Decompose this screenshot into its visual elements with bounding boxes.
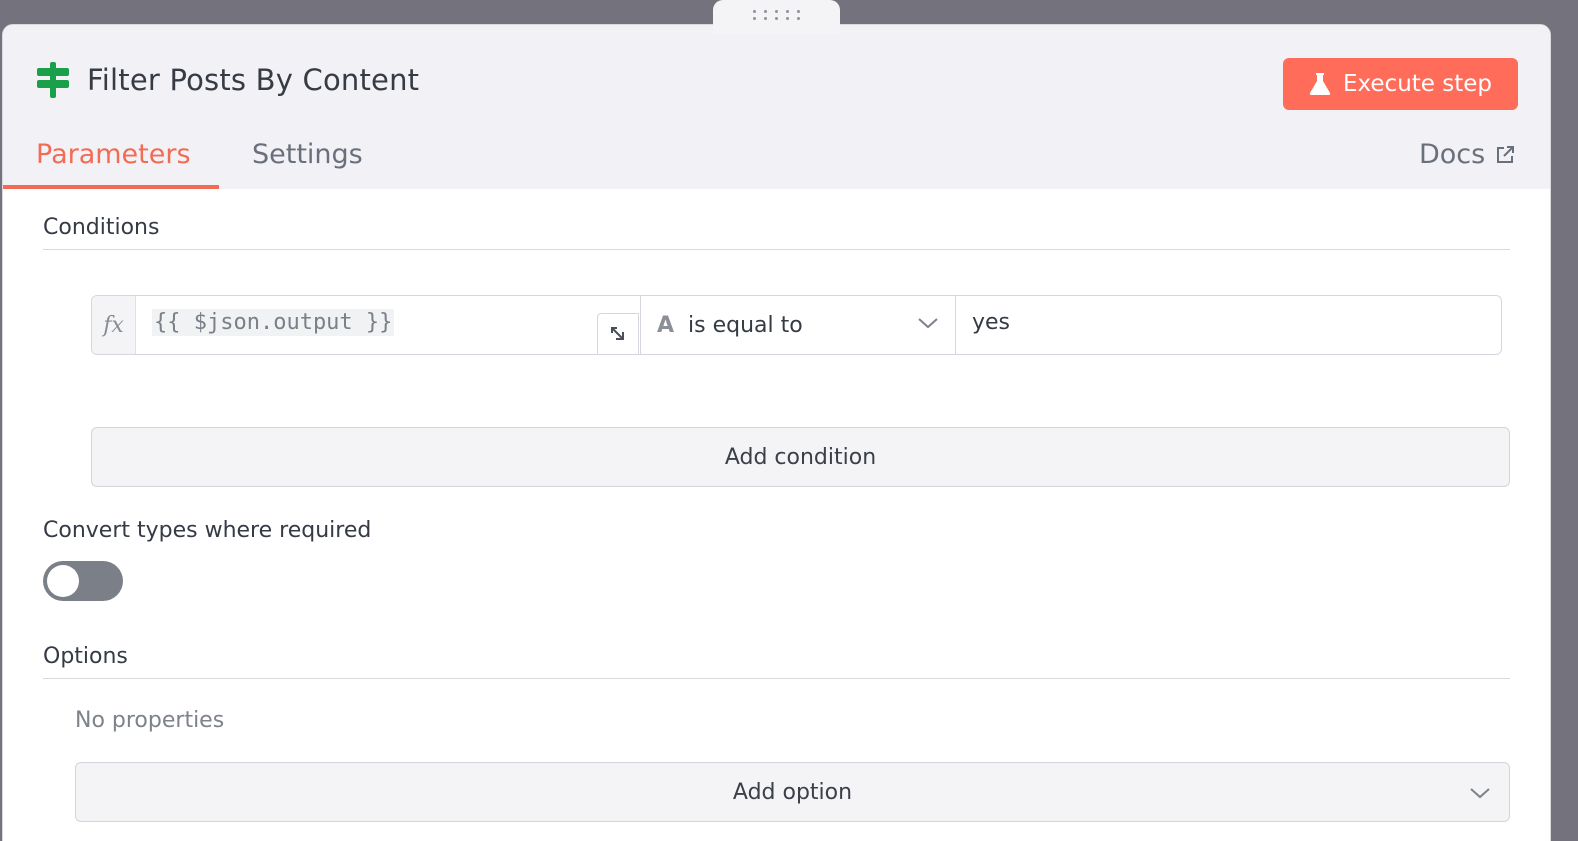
toggle-knob: [47, 565, 79, 597]
execute-step-button[interactable]: Execute step: [1283, 58, 1518, 110]
panel-drag-handle[interactable]: [713, 0, 840, 34]
node-title: Filter Posts By Content: [87, 63, 420, 97]
expand-expression-button[interactable]: [597, 313, 639, 355]
chevron-down-icon: [918, 318, 938, 329]
flask-icon: [1309, 73, 1331, 95]
expression-fx-icon: fx: [92, 296, 136, 354]
right-value-input[interactable]: yes: [972, 310, 1010, 335]
convert-types-label: Convert types where required: [43, 518, 372, 543]
no-properties-text: No properties: [75, 708, 225, 733]
node-settings-panel: Filter Posts By Content Execute step Par…: [2, 24, 1551, 841]
execute-step-label: Execute step: [1342, 71, 1493, 97]
tab-parameters[interactable]: Parameters: [36, 139, 191, 170]
left-value-expression-input[interactable]: {{ $json.output }}: [152, 309, 395, 336]
tab-settings[interactable]: Settings: [252, 139, 363, 170]
operator-select[interactable]: A is equal to: [640, 296, 956, 354]
docs-label: Docs: [1419, 139, 1486, 170]
active-tab-indicator: [3, 185, 219, 189]
drag-dots-icon: [753, 10, 800, 34]
options-heading: Options: [43, 644, 128, 669]
operator-label: is equal to: [688, 312, 803, 338]
options-divider: [43, 678, 1510, 679]
conditions-heading: Conditions: [43, 215, 160, 240]
add-option-label: Add option: [732, 779, 853, 805]
convert-types-toggle[interactable]: [43, 561, 123, 601]
expand-arrow-icon: [611, 327, 624, 340]
signpost-icon: [37, 62, 69, 98]
docs-link[interactable]: Docs: [1419, 139, 1515, 170]
string-type-icon: A: [657, 312, 675, 338]
add-condition-button[interactable]: Add condition: [91, 427, 1510, 487]
panel-header: Filter Posts By Content Execute step Par…: [3, 25, 1550, 189]
chevron-down-icon: [1470, 788, 1490, 799]
conditions-divider: [43, 249, 1510, 250]
condition-row: fx {{ $json.output }} A is equal to yes: [91, 295, 1502, 355]
add-option-dropdown[interactable]: Add option: [75, 762, 1510, 822]
external-link-icon: [1497, 145, 1515, 163]
